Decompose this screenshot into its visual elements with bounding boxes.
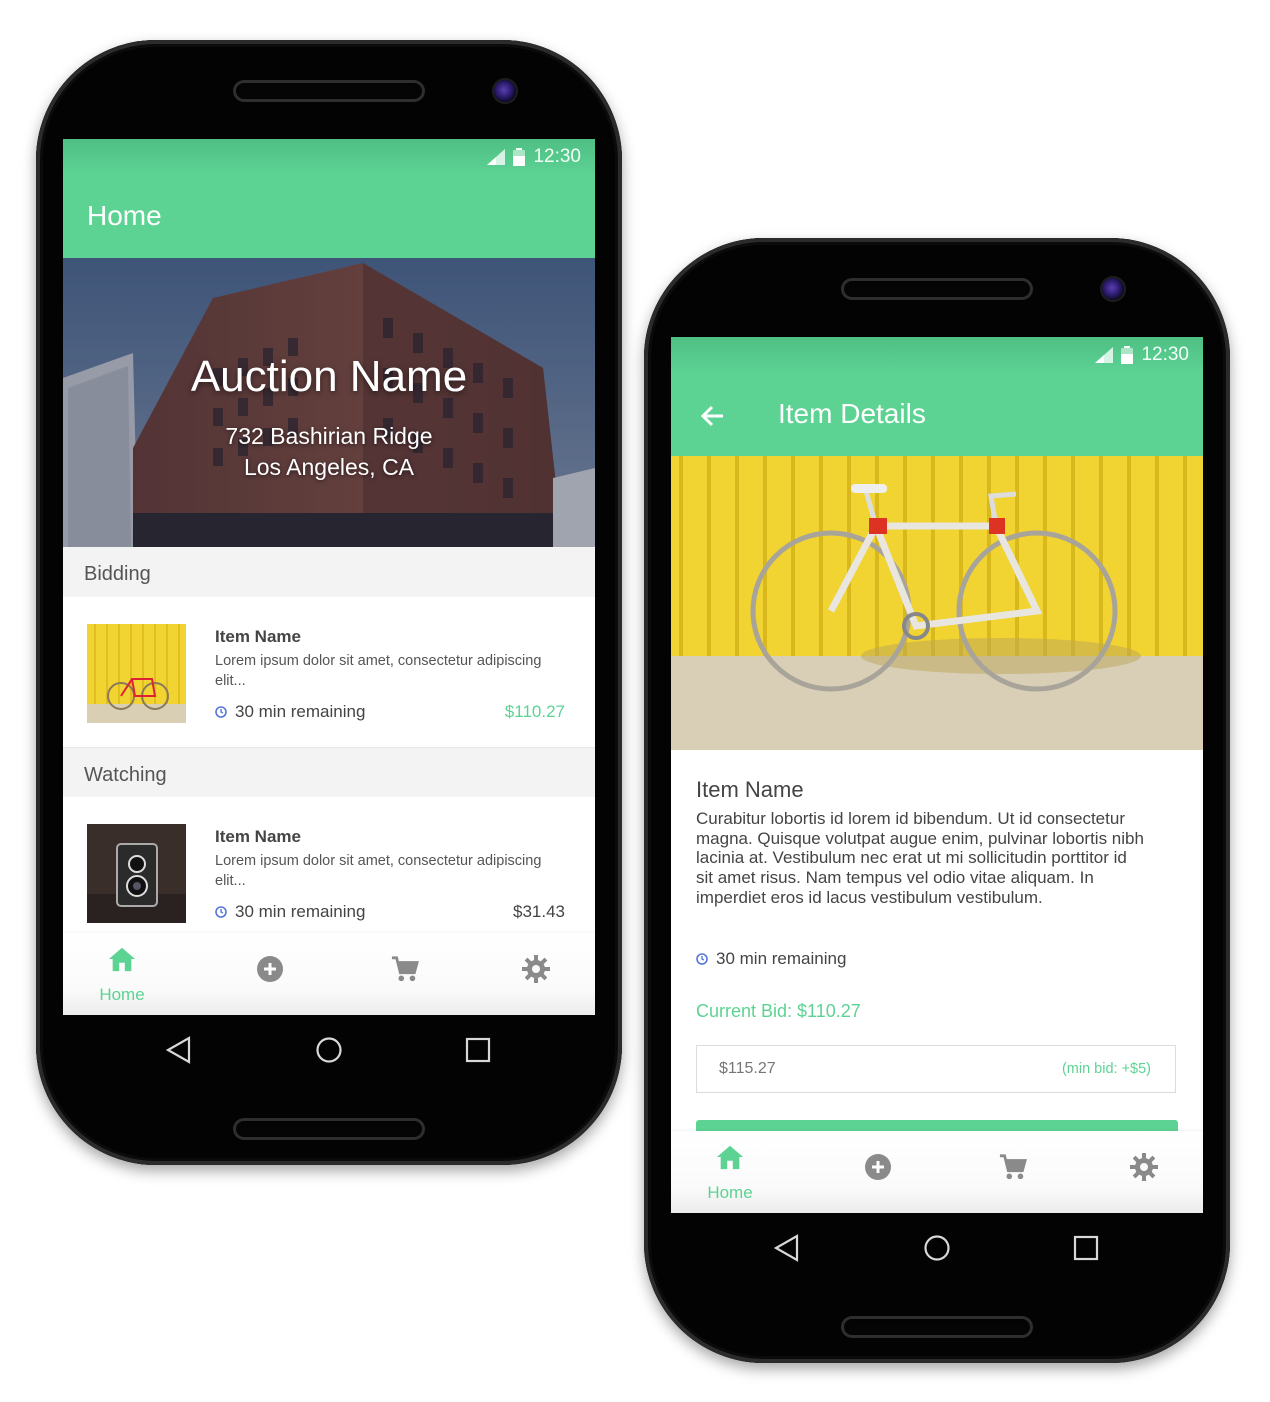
- item-name: Item Name: [215, 627, 301, 646]
- app-bar: Item Details: [671, 373, 1203, 456]
- nav-home-label: Home: [707, 1183, 753, 1202]
- item-details-screen: 12:30 Item Details Item Name Curabitur l…: [671, 337, 1203, 1213]
- item-description: Lorem ipsum dolor sit amet, consectetur …: [215, 853, 542, 889]
- min-bid-hint: (min bid: +$5): [1061, 1061, 1151, 1077]
- settings-icon: [522, 955, 550, 983]
- address-line-2: Los Angeles, CA: [243, 454, 415, 480]
- item-description: Lorem ipsum dolor sit amet, consectetur …: [215, 653, 542, 689]
- hero-overlay: [63, 258, 595, 547]
- android-navigation-bar: [644, 1223, 1230, 1273]
- add-circle-icon: [256, 955, 284, 983]
- nav-add[interactable]: [833, 1131, 923, 1213]
- section-header-bidding: Bidding: [63, 547, 595, 597]
- front-camera: [494, 80, 516, 102]
- home-circle-icon[interactable]: [912, 1223, 962, 1273]
- item-name: Item Name: [696, 777, 804, 802]
- time-remaining-text: 30 min remaining: [716, 949, 847, 968]
- nav-cart[interactable]: [968, 1131, 1058, 1213]
- earpiece-speaker: [841, 278, 1033, 300]
- home-circle-icon[interactable]: [304, 1025, 354, 1075]
- time-remaining: 30 min remaining: [215, 702, 365, 722]
- signal-icon: [487, 149, 506, 165]
- status-time: 12:30: [1141, 344, 1189, 365]
- add-circle-icon: [864, 1153, 892, 1181]
- settings-icon: [1130, 1153, 1158, 1181]
- item-photo: [671, 456, 1203, 750]
- item-price: $110.27: [504, 702, 565, 721]
- clock-icon: [215, 906, 227, 918]
- nav-home-label: Home: [99, 985, 145, 1004]
- earpiece-speaker: [233, 80, 425, 102]
- battery-icon: [513, 148, 526, 166]
- signal-icon: [1095, 347, 1114, 363]
- item-name: Item Name: [215, 827, 301, 846]
- status-bar: 12:30: [63, 139, 595, 175]
- phone-home-screen: 12:30 Home Auction Name 732 Bashirian Ri…: [36, 40, 622, 1165]
- time-remaining-text: 30 min remaining: [235, 902, 366, 921]
- item-thumbnail-bicycle: [87, 624, 186, 723]
- bicycle-photo: [671, 456, 1203, 750]
- address-line-1: 732 Bashirian Ridge: [225, 423, 433, 449]
- bid-input[interactable]: $115.27 (min bid: +$5): [696, 1045, 1176, 1093]
- recents-square-icon[interactable]: [1061, 1223, 1111, 1273]
- nav-add[interactable]: [225, 933, 315, 1015]
- back-arrow-icon[interactable]: [697, 401, 727, 431]
- item-thumbnail-camera: [87, 824, 186, 923]
- status-time: 12:30: [533, 146, 581, 167]
- nav-settings[interactable]: [491, 933, 581, 1015]
- nav-cart[interactable]: [360, 933, 450, 1015]
- current-bid: Current Bid: $110.27: [696, 1001, 861, 1021]
- bottom-navigation: Home: [63, 933, 595, 1015]
- app-bar: Home: [63, 175, 595, 258]
- home-icon: [716, 1143, 744, 1171]
- nav-settings[interactable]: [1099, 1131, 1189, 1213]
- bottom-navigation: Home: [671, 1131, 1203, 1213]
- cart-icon: [391, 955, 419, 983]
- nav-home[interactable]: Home: [685, 1131, 775, 1213]
- home-icon: [108, 945, 136, 973]
- cart-icon: [999, 1153, 1027, 1181]
- auction-address: 732 Bashirian Ridge Los Angeles, CA: [63, 421, 595, 483]
- bottom-speaker: [233, 1118, 425, 1140]
- item-description: Curabitur lobortis id lorem id bibendum.…: [696, 809, 1144, 907]
- android-navigation-bar: [36, 1025, 622, 1075]
- time-remaining: 30 min remaining: [215, 902, 365, 922]
- nav-home[interactable]: Home: [77, 933, 167, 1015]
- back-triangle-icon[interactable]: [762, 1223, 812, 1273]
- front-camera: [1102, 278, 1124, 300]
- page-title: Home: [87, 200, 162, 231]
- list-item[interactable]: Item Name Lorem ipsum dolor sit amet, co…: [63, 797, 595, 947]
- section-header-watching: Watching: [63, 747, 595, 798]
- item-price: $31.43: [513, 902, 565, 921]
- back-triangle-icon[interactable]: [154, 1025, 204, 1075]
- time-remaining: 30 min remaining: [696, 949, 846, 969]
- auction-name: Auction Name: [190, 352, 468, 401]
- clock-icon: [215, 706, 227, 718]
- time-remaining-text: 30 min remaining: [235, 702, 366, 721]
- battery-icon: [1121, 346, 1134, 364]
- auction-hero[interactable]: Auction Name 732 Bashirian Ridge Los Ang…: [63, 258, 595, 547]
- clock-icon: [696, 953, 708, 965]
- home-screen: 12:30 Home Auction Name 732 Bashirian Ri…: [63, 139, 595, 1015]
- bid-input-value: $115.27: [719, 1060, 776, 1077]
- recents-square-icon[interactable]: [453, 1025, 503, 1075]
- list-item[interactable]: Item Name Lorem ipsum dolor sit amet, co…: [63, 597, 595, 747]
- status-bar: 12:30: [671, 337, 1203, 373]
- bottom-speaker: [841, 1316, 1033, 1338]
- phone-item-details-screen: 12:30 Item Details Item Name Curabitur l…: [644, 238, 1230, 1363]
- page-title: Item Details: [778, 398, 926, 429]
